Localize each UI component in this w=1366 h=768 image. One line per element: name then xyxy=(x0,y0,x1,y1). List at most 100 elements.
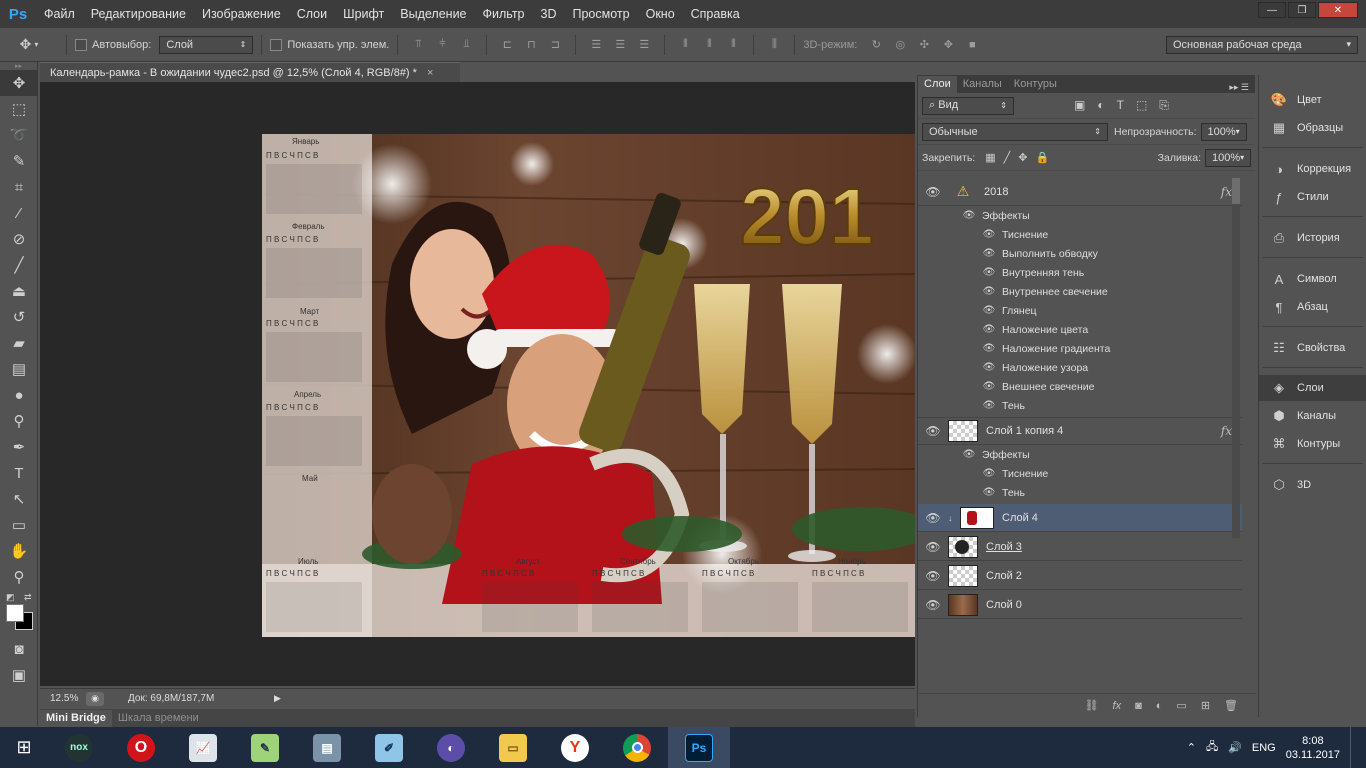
menu-image[interactable]: Изображение xyxy=(194,0,289,28)
taskbar-chrome[interactable] xyxy=(606,727,668,768)
clone-stamp-tool[interactable]: ⏏ xyxy=(0,278,38,304)
filter-pixel-icon[interactable]: ▣ xyxy=(1074,98,1085,113)
eye-icon[interactable]: 👁 xyxy=(982,381,996,392)
healing-tool[interactable]: ⊘ xyxy=(0,226,38,252)
effects-group[interactable]: 👁 Эффекты xyxy=(962,445,1030,464)
effect-item[interactable]: 👁 Выполнить обводку xyxy=(982,244,1098,263)
dock-layers[interactable]: ◈ Слои xyxy=(1259,375,1366,401)
swap-colors-icon[interactable]: ⇄ xyxy=(24,592,32,603)
eyedropper-tool[interactable]: ⁄ xyxy=(0,200,38,226)
brush-tool[interactable]: ╱ xyxy=(0,252,38,278)
effect-item[interactable]: 👁 Тиснение xyxy=(982,225,1049,244)
show-desktop-button[interactable] xyxy=(1350,727,1356,768)
show-controls-checkbox[interactable] xyxy=(270,38,283,51)
taskbar-torrent[interactable]: ◐ xyxy=(420,727,482,768)
minimize-button[interactable]: — xyxy=(1258,2,1286,18)
layer-row-2018[interactable]: 👁 ⚠ 2018 fx xyxy=(918,178,1242,206)
dock-character[interactable]: A Символ xyxy=(1259,266,1366,292)
menu-layers[interactable]: Слои xyxy=(289,0,335,28)
move-tool-preset[interactable]: ✥ ▾ xyxy=(0,36,58,53)
quick-mask-button[interactable]: ◙ xyxy=(0,636,38,662)
status-info-button[interactable]: ◉ xyxy=(86,691,104,706)
document-canvas[interactable]: 201 Январь П В С Ч П С В Февраль П В С Ч… xyxy=(262,134,915,637)
start-button[interactable]: ⊞ xyxy=(0,727,48,768)
filter-adjustment-icon[interactable]: ◐ xyxy=(1097,98,1104,113)
taskbar-notes[interactable]: ✎ xyxy=(234,727,296,768)
clock[interactable]: 8:08 03.11.2017 xyxy=(1286,734,1340,762)
eye-icon[interactable]: 👁 xyxy=(982,324,996,335)
eye-icon[interactable]: 👁 xyxy=(918,540,948,554)
menu-window[interactable]: Окно xyxy=(638,0,683,28)
network-icon[interactable]: 🖧 xyxy=(1206,738,1218,757)
quick-select-tool[interactable]: ✎ xyxy=(0,148,38,174)
menu-type[interactable]: Шрифт xyxy=(335,0,392,28)
taskbar-edit-app[interactable]: ✐ xyxy=(358,727,420,768)
eye-icon[interactable]: 👁 xyxy=(982,305,996,316)
3d-roll-button[interactable]: ◎ xyxy=(891,37,909,53)
distribute-left-button[interactable]: ⦀ xyxy=(676,37,694,53)
effect-item[interactable]: 👁 Глянец xyxy=(982,301,1037,320)
taskbar-yandex[interactable]: Y xyxy=(544,727,606,768)
3d-drag-button[interactable]: ✣ xyxy=(915,37,933,53)
distribute-right-button[interactable]: ⦀ xyxy=(724,37,742,53)
eye-icon[interactable]: 👁 xyxy=(982,487,996,498)
layer-row-copy4[interactable]: 👁 Слой 1 копия 4 fx xyxy=(918,417,1242,445)
distribute-bottom-button[interactable]: ☰ xyxy=(635,37,653,53)
taskbar-nox[interactable]: nox xyxy=(48,727,110,768)
filter-type-icon[interactable]: T xyxy=(1117,98,1124,113)
language-indicator[interactable]: ENG xyxy=(1252,742,1276,754)
opacity-input[interactable]: 100% ▾ xyxy=(1200,122,1247,141)
lasso-tool[interactable]: ➰ xyxy=(0,122,38,148)
default-colors-icon[interactable]: ◩ xyxy=(6,592,15,603)
eye-icon[interactable]: 👁 xyxy=(982,248,996,259)
close-document-button[interactable]: × xyxy=(427,67,433,79)
distribute-hcenter-button[interactable]: ⦀ xyxy=(700,37,718,53)
blend-mode-dropdown[interactable]: Обычные ⇕ xyxy=(922,122,1108,141)
eye-icon[interactable]: 👁 xyxy=(982,400,996,411)
volume-icon[interactable]: 🔊 xyxy=(1228,741,1242,754)
effect-item[interactable]: 👁 Внутреннее свечение xyxy=(982,282,1108,301)
eye-icon[interactable]: 👁 xyxy=(982,229,996,240)
distribute-vcenter-button[interactable]: ☰ xyxy=(611,37,629,53)
blur-tool[interactable]: ● xyxy=(0,382,38,408)
scrollbar-thumb[interactable] xyxy=(1232,178,1240,204)
zoom-level[interactable]: 12.5% xyxy=(40,693,86,704)
taskbar-monitor[interactable]: 📈 xyxy=(172,727,234,768)
move-tool[interactable]: ✥ xyxy=(0,70,38,96)
add-style-icon[interactable]: fx xyxy=(1113,700,1122,712)
filter-shape-icon[interactable]: ⬚ xyxy=(1136,98,1147,113)
auto-align-button[interactable]: ⫼ xyxy=(765,37,783,53)
foreground-color-swatch[interactable] xyxy=(6,604,24,622)
align-right-button[interactable]: ⊐ xyxy=(546,37,564,53)
menu-file[interactable]: Файл xyxy=(36,0,83,28)
menu-3d[interactable]: 3D xyxy=(533,0,565,28)
menu-view[interactable]: Просмотр xyxy=(565,0,638,28)
chevron-up-icon[interactable]: ⌃ xyxy=(1187,741,1196,754)
dock-color[interactable]: 🎨 Цвет xyxy=(1259,87,1366,113)
type-tool[interactable]: T xyxy=(0,460,38,486)
crop-tool[interactable]: ⌗ xyxy=(0,174,38,200)
dodge-tool[interactable]: ⚲ xyxy=(0,408,38,434)
align-left-button[interactable]: ⊏ xyxy=(498,37,516,53)
menu-edit[interactable]: Редактирование xyxy=(83,0,194,28)
effect-item[interactable]: 👁 Наложение узора xyxy=(982,358,1089,377)
eye-icon[interactable]: 👁 xyxy=(982,362,996,373)
eye-icon[interactable]: 👁 xyxy=(962,210,976,221)
close-window-button[interactable]: ✕ xyxy=(1318,2,1358,18)
effect-item[interactable]: 👁 Тень xyxy=(982,483,1025,502)
layer-filter-dropdown[interactable]: ⌕ Вид ⇕ xyxy=(922,96,1014,115)
eye-icon[interactable]: 👁 xyxy=(982,286,996,297)
link-layers-icon[interactable]: ⛓ xyxy=(1085,699,1099,712)
delete-layer-icon[interactable]: 🗑 xyxy=(1224,699,1238,712)
tab-channels[interactable]: Каналы xyxy=(957,76,1008,93)
tab-mini-bridge[interactable]: Mini Bridge xyxy=(40,710,112,727)
effect-item[interactable]: 👁 Внутренняя тень xyxy=(982,263,1085,282)
restore-button[interactable]: ❐ xyxy=(1288,2,1316,18)
align-hcenter-button[interactable]: ⊓ xyxy=(522,37,540,53)
autoselect-checkbox[interactable] xyxy=(75,38,87,51)
effect-item[interactable]: 👁 Наложение цвета xyxy=(982,320,1089,339)
layer-row-layer3[interactable]: 👁 Слой 3 xyxy=(918,533,1242,561)
eye-icon[interactable]: 👁 xyxy=(918,569,948,583)
tab-timeline[interactable]: Шкала времени xyxy=(111,710,205,727)
document-tab[interactable]: Календарь-рамка - В ожидании чудес2.psd … xyxy=(40,62,460,82)
